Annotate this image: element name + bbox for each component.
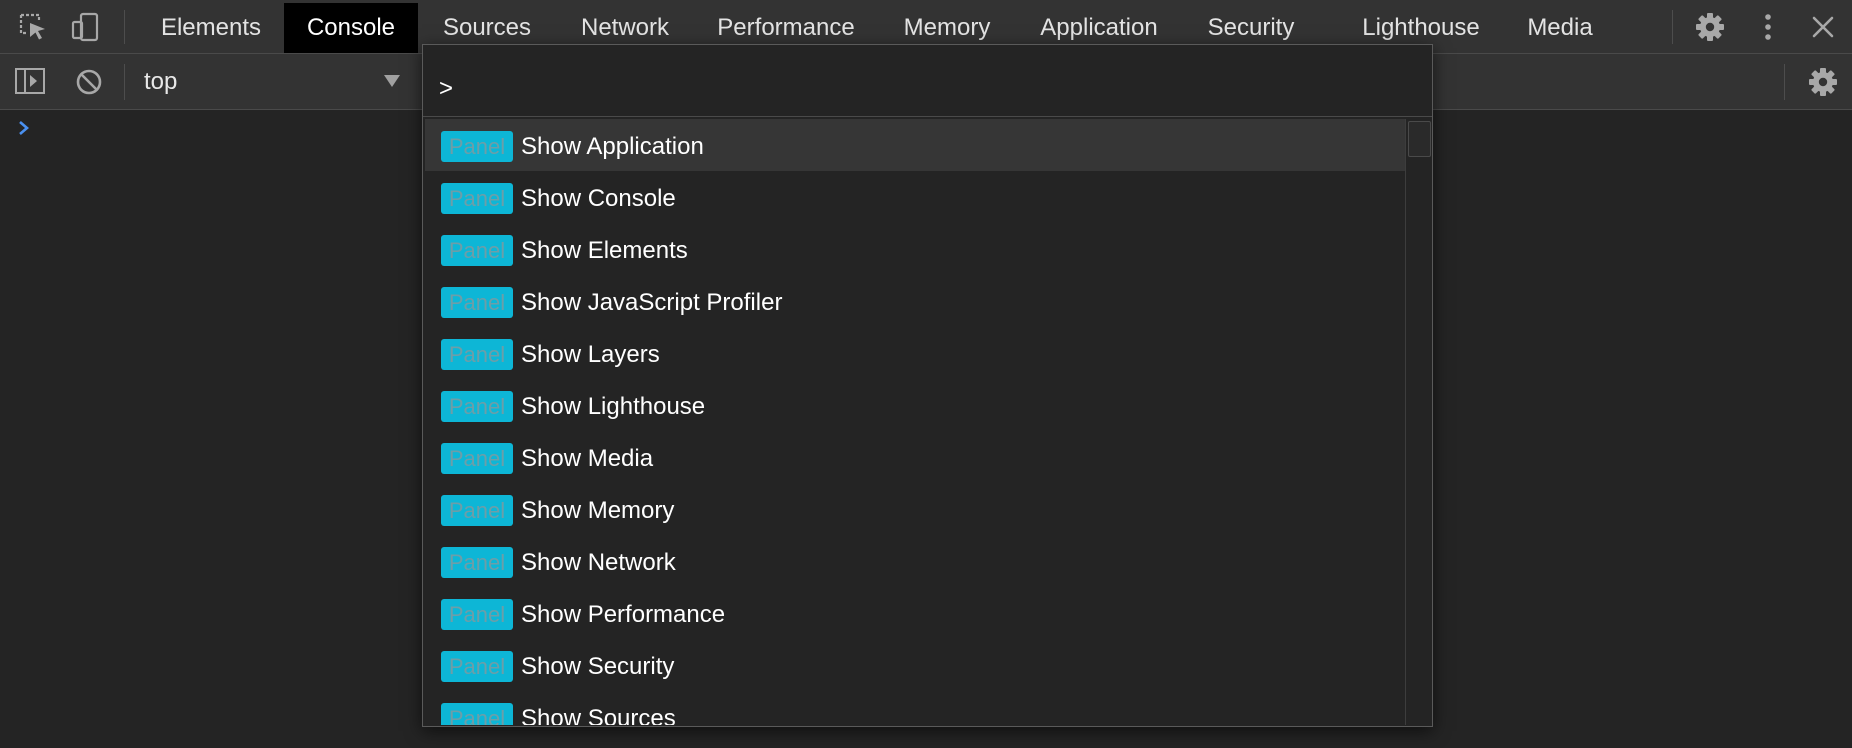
command-label: Show Performance xyxy=(521,601,726,628)
command-list: Panel Show Application Panel Show Consol… xyxy=(425,119,1405,725)
toolbar-divider xyxy=(124,10,125,44)
category-badge: Panel xyxy=(441,131,513,162)
command-menu-input-bar: > xyxy=(423,45,1432,117)
category-badge: Panel xyxy=(441,703,513,725)
command-item[interactable]: Panel Show Application xyxy=(425,119,1405,171)
command-item[interactable]: Panel Show Media xyxy=(425,431,1405,483)
command-prompt: > xyxy=(439,75,454,102)
category-badge: Panel xyxy=(441,287,513,318)
command-list-scrollbar[interactable] xyxy=(1405,119,1432,725)
category-badge: Panel xyxy=(441,599,513,630)
tab-console[interactable]: Console xyxy=(284,3,418,53)
toolbar-divider xyxy=(1672,10,1673,44)
command-label: Show Application xyxy=(521,133,704,160)
command-item[interactable]: Panel Show Sources xyxy=(425,691,1405,725)
category-badge: Panel xyxy=(441,651,513,682)
category-badge: Panel xyxy=(441,339,513,370)
context-selector[interactable]: top xyxy=(144,68,177,96)
command-item[interactable]: Panel Show Network xyxy=(425,535,1405,587)
command-menu: > Panel Show Application Panel Show Cons… xyxy=(422,44,1433,727)
toolbar-divider xyxy=(1784,64,1785,100)
command-item[interactable]: Panel Show Lighthouse xyxy=(425,379,1405,431)
command-label: Show Elements xyxy=(521,237,688,264)
category-badge: Panel xyxy=(441,495,513,526)
command-item[interactable]: Panel Show Elements xyxy=(425,223,1405,275)
command-item[interactable]: Panel Show Memory xyxy=(425,483,1405,535)
command-label: Show Security xyxy=(521,653,675,680)
command-label: Show Lighthouse xyxy=(521,393,706,420)
console-prompt-icon xyxy=(16,119,32,137)
device-toolbar-icon[interactable] xyxy=(70,12,100,42)
clear-console-icon[interactable] xyxy=(74,67,104,97)
chevron-down-icon[interactable] xyxy=(384,75,400,87)
category-badge: Panel xyxy=(441,235,513,266)
toolbar-divider xyxy=(124,64,125,100)
command-item[interactable]: Panel Show Security xyxy=(425,639,1405,691)
command-label: Show Layers xyxy=(521,341,660,368)
command-label: Show Network xyxy=(521,549,676,576)
command-item[interactable]: Panel Show Performance xyxy=(425,587,1405,639)
close-icon[interactable] xyxy=(1808,12,1838,42)
category-badge: Panel xyxy=(441,391,513,422)
tab-elements[interactable]: Elements xyxy=(144,3,278,53)
category-badge: Panel xyxy=(441,443,513,474)
command-item[interactable]: Panel Show Layers xyxy=(425,327,1405,379)
command-label: Show JavaScript Profiler xyxy=(521,289,783,316)
command-input[interactable] xyxy=(463,65,1403,105)
gear-icon[interactable] xyxy=(1695,12,1725,42)
inspect-element-icon[interactable] xyxy=(18,12,48,42)
command-item[interactable]: Panel Show Console xyxy=(425,171,1405,223)
command-label: Show Memory xyxy=(521,497,675,524)
command-label: Show Media xyxy=(521,445,654,472)
command-label: Show Sources xyxy=(521,705,676,725)
more-vertical-icon[interactable] xyxy=(1753,12,1783,42)
category-badge: Panel xyxy=(441,547,513,578)
category-badge: Panel xyxy=(441,183,513,214)
show-sidebar-icon[interactable] xyxy=(14,66,45,96)
command-label: Show Console xyxy=(521,185,676,212)
scrollbar-thumb[interactable] xyxy=(1408,121,1431,157)
console-settings-icon[interactable] xyxy=(1808,67,1838,97)
tab-media[interactable]: Media xyxy=(1516,3,1604,53)
command-item[interactable]: Panel Show JavaScript Profiler xyxy=(425,275,1405,327)
